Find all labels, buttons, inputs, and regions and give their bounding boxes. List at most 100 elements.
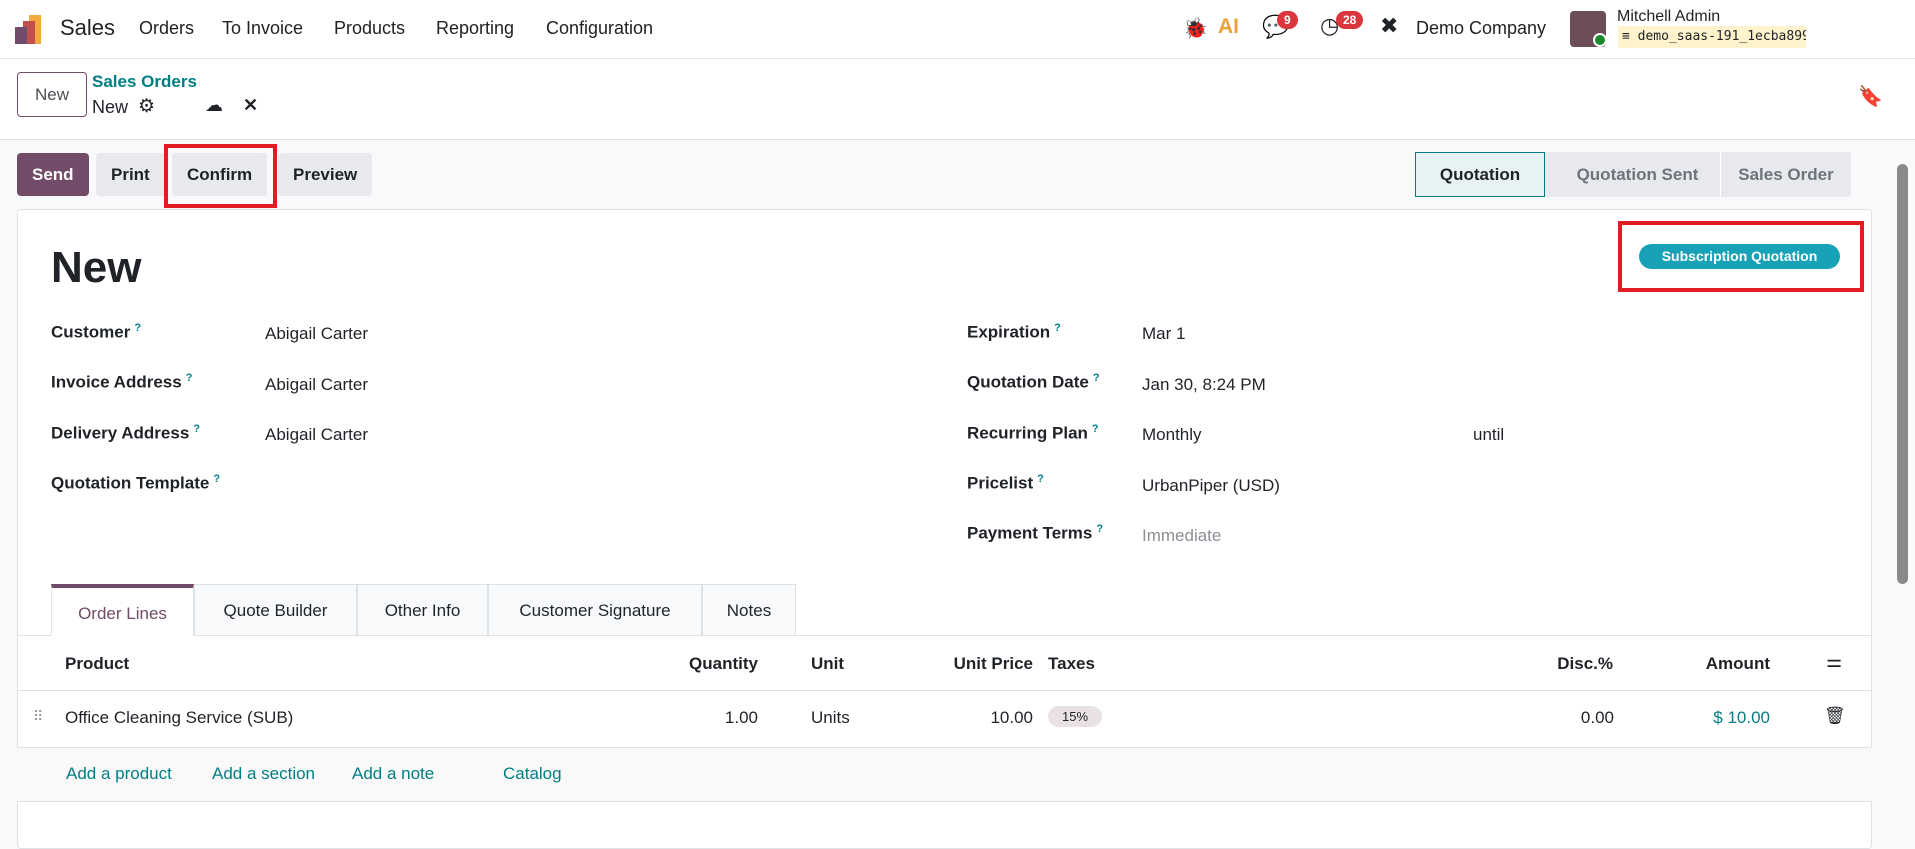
control-panel: New Sales Orders New ⚙ ☁ ✕ 🔖	[0, 59, 1915, 140]
scrollbar[interactable]	[1897, 146, 1908, 586]
delivery-address-field[interactable]: Abigail Carter	[265, 425, 368, 445]
company-switcher[interactable]: Demo Company	[1416, 18, 1546, 39]
menu-configuration[interactable]: Configuration	[546, 18, 653, 39]
print-button[interactable]: Print	[96, 153, 165, 196]
quotation-template-field[interactable]	[265, 475, 665, 497]
drag-handle-icon[interactable]: ⠿	[33, 708, 43, 725]
add-product-link[interactable]: Add a product	[66, 764, 172, 784]
help-icon[interactable]: ?	[213, 473, 220, 485]
menu-products[interactable]: Products	[334, 18, 405, 39]
record-name: New	[92, 97, 129, 117]
help-icon[interactable]: ?	[1092, 423, 1099, 435]
product-cell[interactable]: Office Cleaning Service (SUB)	[65, 708, 293, 728]
delete-trash-icon[interactable]: 🗑	[1824, 706, 1846, 726]
customer-label: Customer?	[51, 322, 141, 343]
until-label: until	[1473, 425, 1505, 444]
help-icon[interactable]: ?	[193, 423, 200, 435]
help-icon[interactable]: ?	[1093, 372, 1100, 384]
tab-quote-builder[interactable]: Quote Builder	[194, 584, 357, 636]
breadcrumb-sales-orders[interactable]: Sales Orders	[92, 72, 197, 92]
payment-terms-label: Payment Terms?	[967, 523, 1103, 544]
pricelist-label: Pricelist?	[967, 473, 1044, 494]
optional-columns-sliders-icon[interactable]: ⚌	[1826, 651, 1842, 672]
top-navbar: Sales Orders To Invoice Products Reporti…	[0, 0, 1915, 59]
invoice-address-field[interactable]: Abigail Carter	[265, 375, 368, 395]
unit-cell[interactable]: Units	[811, 708, 850, 728]
amount-cell: $ 10.00	[1713, 708, 1770, 727]
col-product[interactable]: Product	[65, 654, 129, 674]
bookmark-icon[interactable]: 🔖	[1858, 84, 1883, 109]
help-icon[interactable]: ?	[1054, 322, 1061, 334]
quotation-template-label: Quotation Template?	[51, 473, 220, 494]
label-text: Quotation Date	[967, 372, 1089, 392]
menu-orders[interactable]: Orders	[139, 18, 194, 39]
unit-price-cell[interactable]: 10.00	[990, 708, 1033, 728]
tools-icon[interactable]: ✖	[1380, 13, 1398, 39]
gear-icon[interactable]: ⚙	[138, 95, 155, 118]
record-title[interactable]: New	[51, 243, 141, 293]
label-text: Customer	[51, 322, 131, 342]
label-text: Payment Terms	[967, 523, 1093, 543]
col-unit-price[interactable]: Unit Price	[954, 654, 1033, 674]
help-icon[interactable]: ?	[1096, 523, 1103, 535]
bug-icon[interactable]: 🐞	[1183, 16, 1208, 41]
label-text: Delivery Address	[51, 423, 190, 443]
pricelist-field[interactable]: UrbanPiper (USD)	[1142, 476, 1280, 496]
customer-field[interactable]: Abigail Carter	[265, 324, 368, 344]
add-note-link[interactable]: Add a note	[352, 764, 434, 784]
help-icon[interactable]: ?	[134, 322, 141, 334]
help-icon[interactable]: ?	[1037, 473, 1044, 485]
preview-button[interactable]: Preview	[278, 153, 373, 196]
expiration-field[interactable]: Mar 1	[1142, 324, 1185, 344]
chat-count-badge: 9	[1277, 11, 1298, 29]
delivery-address-label: Delivery Address?	[51, 423, 200, 444]
recurring-plan-field[interactable]: Monthly	[1142, 425, 1202, 445]
col-quantity[interactable]: Quantity	[689, 654, 758, 674]
help-icon[interactable]: ?	[186, 372, 193, 384]
menu-reporting[interactable]: Reporting	[436, 18, 514, 39]
col-unit[interactable]: Unit	[811, 654, 844, 674]
payment-terms-field[interactable]: Immediate	[1142, 526, 1221, 546]
discard-close-icon[interactable]: ✕	[243, 95, 258, 116]
catalog-link[interactable]: Catalog	[503, 764, 562, 784]
status-quotation-sent[interactable]: Quotation Sent	[1555, 152, 1720, 197]
add-section-link[interactable]: Add a section	[212, 764, 315, 784]
tab-other-info[interactable]: Other Info	[357, 584, 488, 636]
expiration-label: Expiration?	[967, 322, 1061, 343]
app-name[interactable]: Sales	[60, 15, 115, 41]
invoice-address-label: Invoice Address?	[51, 372, 192, 393]
label-text: Quotation Template	[51, 473, 210, 493]
label-text: Invoice Address	[51, 372, 182, 392]
quantity-cell[interactable]: 1.00	[725, 708, 758, 728]
tab-order-lines[interactable]: Order Lines	[51, 584, 194, 636]
quotation-date-label: Quotation Date?	[967, 372, 1100, 393]
cloud-upload-save-icon[interactable]: ☁	[205, 95, 223, 116]
label-text: Pricelist	[967, 473, 1034, 493]
menu-to-invoice[interactable]: To Invoice	[222, 18, 303, 39]
table-row[interactable]: ⠿ Office Cleaning Service (SUB) 1.00 Uni…	[17, 691, 1872, 747]
label-text: Recurring Plan	[967, 423, 1088, 443]
highlight-badge	[1618, 221, 1864, 292]
disc-cell[interactable]: 0.00	[1581, 708, 1614, 728]
status-bar: Quotation Quotation Sent Sales Order	[1415, 152, 1851, 197]
sales-app-logo-icon	[15, 15, 41, 44]
col-amount[interactable]: Amount	[1706, 654, 1770, 674]
ai-icon[interactable]: AI	[1218, 15, 1239, 39]
send-button[interactable]: Send	[17, 153, 89, 196]
database-icon: ≡	[1622, 29, 1638, 44]
col-disc[interactable]: Disc.%	[1557, 654, 1613, 674]
tax-tag[interactable]: 15%	[1048, 706, 1103, 727]
activity-count-badge: 28	[1336, 11, 1364, 29]
highlight-confirm	[164, 144, 277, 208]
new-button[interactable]: New	[17, 72, 87, 117]
status-sales-order[interactable]: Sales Order	[1720, 152, 1851, 197]
status-quotation[interactable]: Quotation	[1415, 152, 1545, 197]
label-text: Expiration	[967, 322, 1051, 342]
tab-notes[interactable]: Notes	[702, 584, 796, 636]
tab-customer-signature[interactable]: Customer Signature	[488, 584, 702, 636]
col-taxes[interactable]: Taxes	[1048, 654, 1095, 674]
online-status-icon	[1593, 33, 1607, 47]
database-name: ≡ demo_saas-191_1ecba8990a5f…	[1618, 26, 1806, 48]
quotation-date-field[interactable]: Jan 30, 8:24 PM	[1142, 375, 1266, 395]
user-name[interactable]: Mitchell Admin	[1617, 8, 1720, 26]
